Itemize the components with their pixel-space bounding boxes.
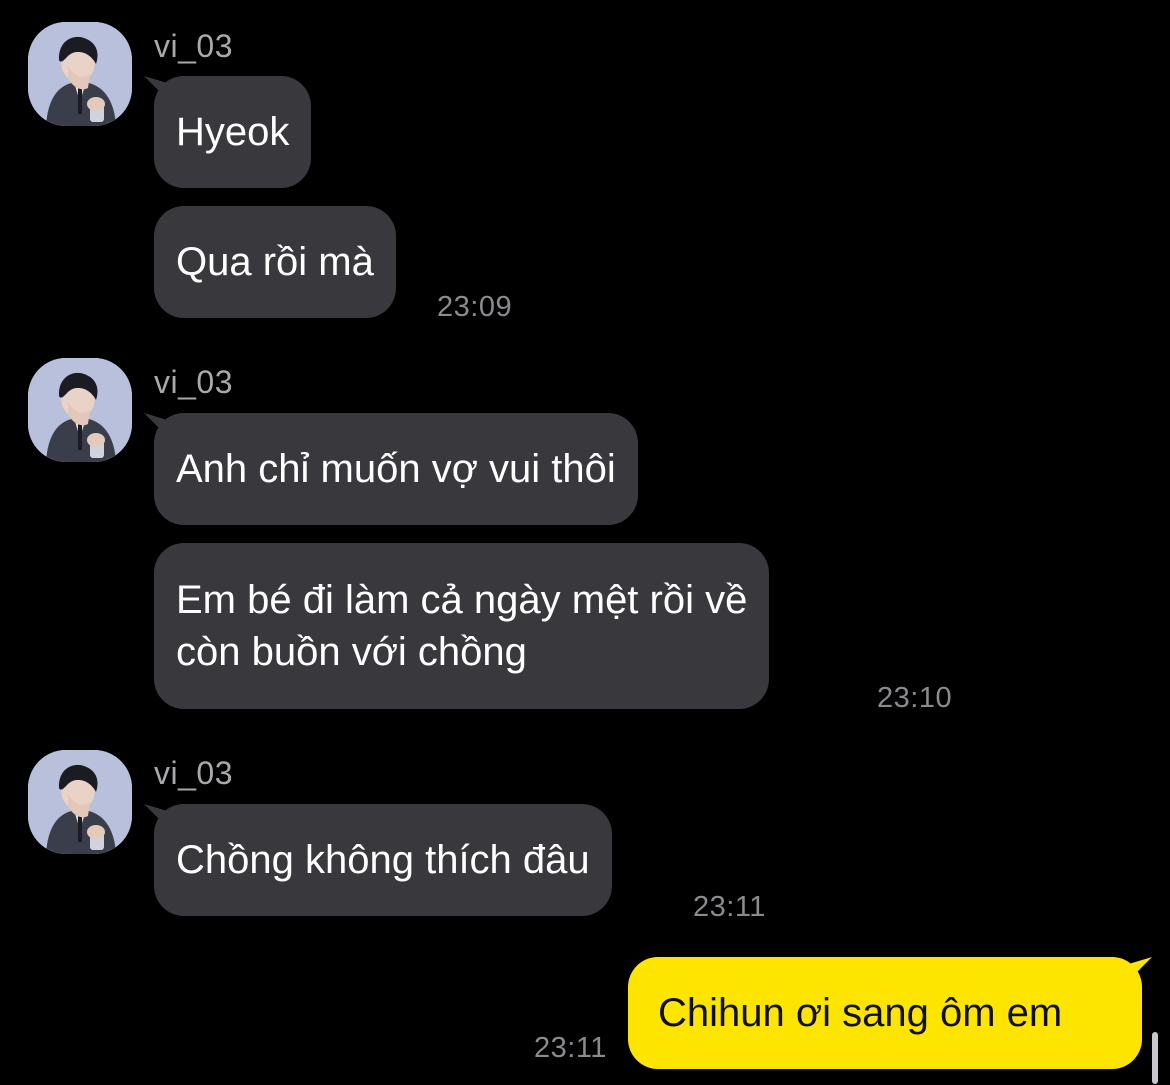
- chat-thread[interactable]: vi_03 Hyeok Qua rồi mà 23:09 vi_03 Anh c…: [0, 0, 1170, 1085]
- profile-photo-icon: [28, 22, 132, 126]
- message-text: Chồng không thích đâu: [176, 838, 590, 882]
- profile-photo-icon: [28, 358, 132, 462]
- timestamp: 23:09: [437, 291, 513, 323]
- avatar[interactable]: [28, 358, 132, 462]
- message-text-line: còn buồn với chồng: [176, 630, 527, 674]
- message-text: Hyeok: [176, 110, 290, 154]
- timestamp: 23:11: [534, 1032, 607, 1064]
- message-text: Chihun ơi sang ôm em: [658, 991, 1063, 1035]
- message-bubble[interactable]: Chồng không thích đâu: [154, 804, 612, 916]
- timestamp: 23:10: [877, 682, 953, 714]
- scrollbar[interactable]: [1152, 1032, 1158, 1084]
- sender-name: vi_03: [154, 755, 233, 791]
- outgoing-message-bubble[interactable]: Chihun ơi sang ôm em: [628, 957, 1142, 1069]
- timestamp: 23:11: [693, 891, 766, 923]
- message-bubble[interactable]: Em bé đi làm cả ngày mệt rồi về còn buồn…: [154, 543, 770, 709]
- sender-name: vi_03: [154, 364, 233, 400]
- avatar[interactable]: [28, 750, 132, 854]
- message-text-line: Em bé đi làm cả ngày mệt rồi về: [176, 578, 748, 622]
- sender-name: vi_03: [154, 28, 233, 64]
- message-text: Anh chỉ muốn vợ vui thôi: [176, 447, 616, 491]
- message-text: Qua rồi mà: [176, 240, 374, 284]
- message-bubble[interactable]: Qua rồi mà: [154, 206, 396, 318]
- avatar[interactable]: [28, 22, 132, 126]
- message-bubble[interactable]: Anh chỉ muốn vợ vui thôi: [154, 413, 638, 525]
- profile-photo-icon: [28, 750, 132, 854]
- message-bubble[interactable]: Hyeok: [154, 76, 312, 188]
